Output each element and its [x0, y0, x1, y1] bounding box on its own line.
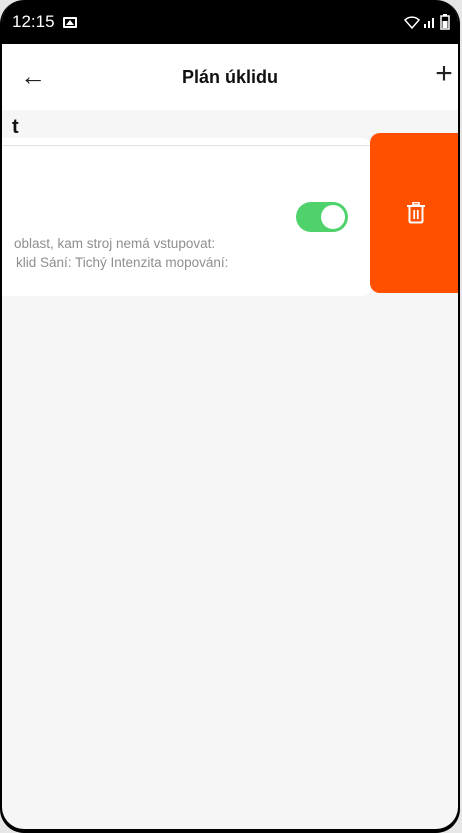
status-time: 12:15 — [12, 12, 55, 31]
status-left: 12:15 — [12, 12, 77, 32]
screen: 12:15 ← Plán úklidu + t oblast, kam stro… — [2, 0, 458, 829]
plus-icon: + — [435, 57, 453, 90]
status-bar: 12:15 — [2, 0, 458, 44]
image-notification-icon — [62, 16, 77, 28]
section-label: t — [12, 116, 19, 138]
wifi-icon — [404, 16, 420, 29]
toggle-knob — [321, 205, 345, 229]
status-right — [404, 14, 450, 30]
plan-description-line-2: klid Sání: Tichý Intenzita mopování: — [16, 255, 229, 270]
plan-enabled-toggle[interactable] — [296, 202, 348, 232]
back-arrow-icon: ← — [20, 60, 46, 91]
plan-card[interactable]: oblast, kam stroj nemá vstupovat: klid S… — [2, 138, 372, 296]
phone-frame: 12:15 ← Plán úklidu + t oblast, kam stro… — [0, 0, 460, 833]
page-title: Plán úklidu — [181, 66, 278, 87]
back-button[interactable]: ← — [18, 61, 48, 91]
delete-plan-button[interactable] — [370, 133, 458, 293]
divider — [2, 145, 372, 146]
plan-description-line-1: oblast, kam stroj nemá vstupovat: — [14, 236, 216, 251]
signal-icon — [424, 18, 434, 28]
add-plan-button[interactable]: + — [430, 57, 458, 90]
app-header: ← Plán úklidu + — [2, 44, 458, 110]
battery-icon — [440, 14, 450, 30]
trash-icon — [407, 202, 425, 224]
